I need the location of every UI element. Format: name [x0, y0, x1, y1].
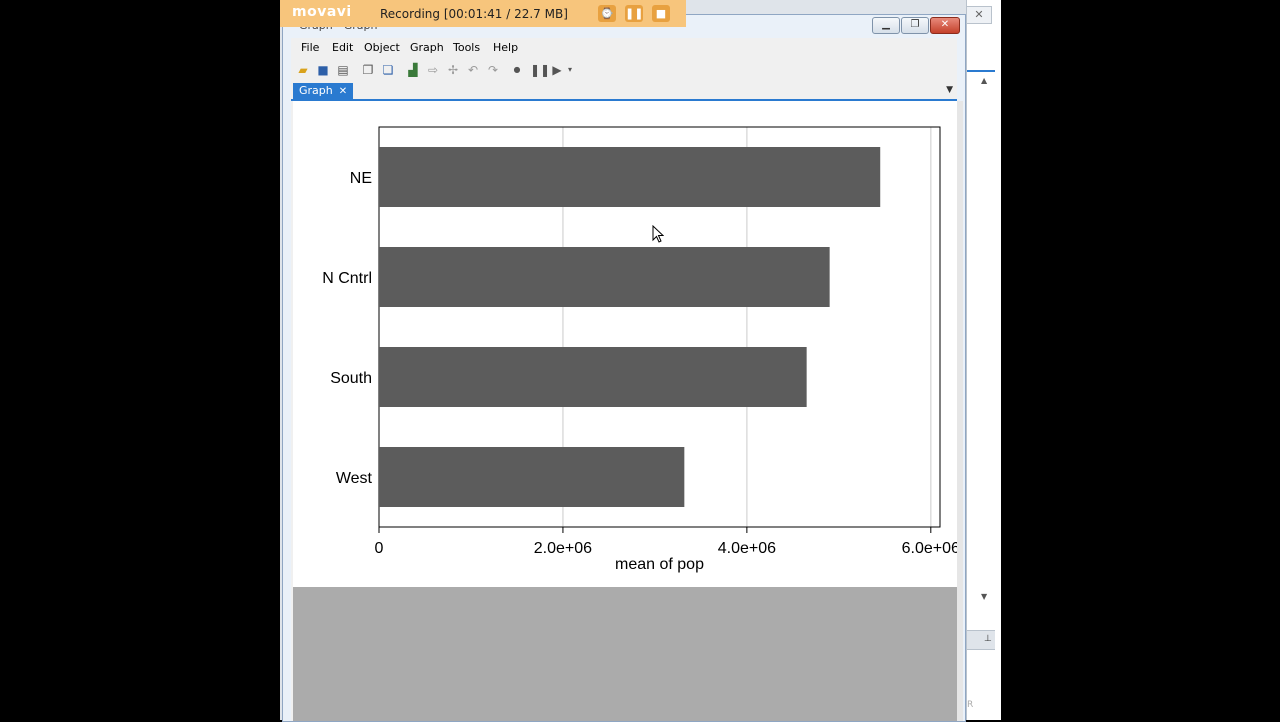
print-icon[interactable]: ▤	[336, 63, 350, 77]
graph-window: Graph - Graph ▁ ❐ ✕ File Edit Object Gra…	[282, 14, 966, 722]
more-icon[interactable]: ▾	[563, 63, 577, 77]
close-button[interactable]: ✕	[930, 17, 960, 34]
menu-graph[interactable]: Graph	[410, 41, 444, 54]
bar-3	[379, 447, 685, 507]
tab-graph-label: Graph	[299, 84, 333, 97]
open-icon[interactable]: ▰	[296, 63, 310, 77]
background-side-panel: ▲ ▼ ⊥ R	[966, 0, 1001, 720]
menu-bar: File Edit Object Graph Tools Help	[291, 38, 957, 58]
x-tick-label-0: 0	[375, 540, 384, 557]
scroll-down-icon[interactable]: ▼	[981, 592, 987, 601]
toolbar: ▰ ■ ▤ ❐ ❏ ▟ ⇨ ✢ ↶ ↷ ● ❚❚ ▶ ▾	[291, 60, 957, 82]
menu-object[interactable]: Object	[364, 41, 400, 54]
movavi-logo: movavi	[292, 4, 352, 20]
tab-strip: Graph ✕ ▼	[291, 83, 957, 101]
graph-canvas: NE N Cntrl South West 0 2.0e+06 4.0e+06 6.0e+06…	[293, 101, 960, 587]
save-icon[interactable]: ■	[316, 63, 330, 77]
x-tick-label-1: 2.0e+06	[534, 540, 592, 557]
panel-footer-text: R	[967, 700, 974, 710]
category-label-0: NE	[350, 170, 372, 187]
background-close-button[interactable]: ✕	[966, 6, 992, 24]
redo-icon[interactable]: ↷	[486, 63, 500, 77]
recording-status: Recording [00:01:41 / 22.7 MB]	[380, 7, 568, 21]
maximize-button[interactable]: ❐	[901, 17, 929, 34]
menu-help[interactable]: Help	[493, 41, 518, 54]
bar-1	[379, 247, 830, 307]
minimize-button[interactable]: ▁	[872, 17, 900, 34]
play-icon[interactable]: ▶	[550, 63, 564, 77]
graph-editor-icon[interactable]: ▟	[406, 63, 420, 77]
scroll-up-icon[interactable]: ▲	[981, 76, 987, 85]
undo-icon[interactable]: ↶	[466, 63, 480, 77]
recorder-stop-button[interactable]: ■	[652, 5, 670, 22]
menu-tools[interactable]: Tools	[453, 41, 480, 54]
mouse-cursor-icon	[652, 225, 664, 243]
copy-icon[interactable]: ❐	[361, 63, 375, 77]
category-label-3: West	[336, 470, 373, 487]
category-label-1: N Cntrl	[322, 270, 372, 287]
tab-graph[interactable]: Graph ✕	[293, 83, 354, 99]
tab-close-icon[interactable]: ✕	[339, 86, 347, 97]
category-label-2: South	[330, 370, 372, 387]
vertical-scrollbar[interactable]	[957, 101, 963, 721]
paste-icon[interactable]: ❏	[381, 63, 395, 77]
window-content: File Edit Object Graph Tools Help ▰ ■ ▤ …	[291, 38, 963, 721]
export-icon[interactable]: ⇨	[426, 63, 440, 77]
bar-2	[379, 347, 807, 407]
pin-icon[interactable]: ⊥	[984, 634, 992, 644]
snapshot-button[interactable]: ⌚	[598, 5, 616, 22]
pointer-icon[interactable]: ✢	[446, 63, 460, 77]
menu-file[interactable]: File	[301, 41, 319, 54]
x-tick-label-3: 6.0e+06	[902, 540, 957, 557]
bar-chart: NE N Cntrl South West 0 2.0e+06 4.0e+06 6.0e+06…	[322, 126, 960, 573]
x-tick-label-2: 4.0e+06	[718, 540, 776, 557]
x-axis-title: mean of pop	[615, 556, 704, 573]
tab-dropdown-icon[interactable]: ▼	[946, 85, 953, 95]
recorder-pause-button[interactable]: ❚❚	[625, 5, 643, 22]
recorder-bar: movavi Recording [00:01:41 / 22.7 MB] ⌚ …	[280, 0, 686, 27]
bar-0	[379, 147, 881, 207]
pause-icon[interactable]: ❚❚	[530, 63, 550, 77]
menu-edit[interactable]: Edit	[332, 41, 353, 54]
record-icon[interactable]: ●	[510, 63, 524, 77]
panel-accent-line	[967, 70, 995, 72]
graph-canvas-area: NE N Cntrl South West 0 2.0e+06 4.0e+06 6.0e+06…	[293, 101, 960, 721]
